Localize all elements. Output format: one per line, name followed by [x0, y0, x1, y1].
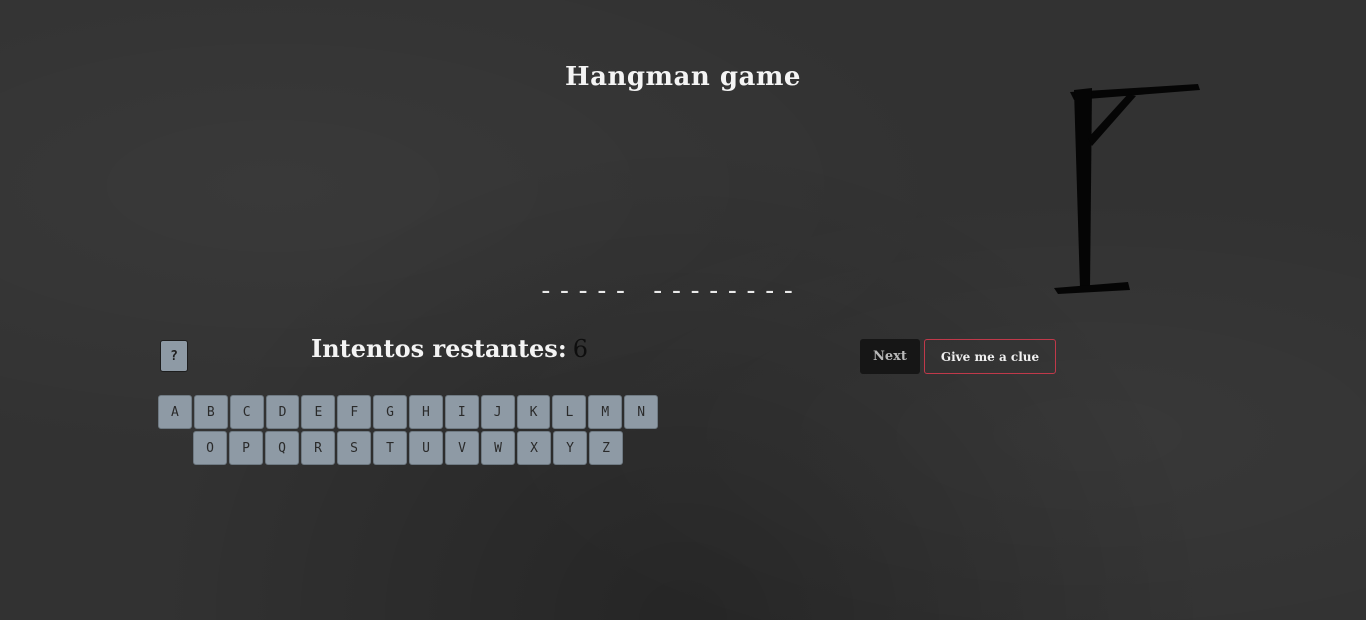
letter-key-b[interactable]: B [193, 395, 228, 429]
keyboard-row-2: OPQRSTUVWXYZ [158, 431, 658, 465]
letter-key-g[interactable]: G [373, 395, 408, 429]
letter-keyboard: ABCDEFGHIJKLMN OPQRSTUVWXYZ [158, 395, 659, 467]
letter-key-s[interactable]: S [337, 431, 371, 465]
letter-key-m[interactable]: M [588, 395, 623, 429]
word-mask: ----- -------- [538, 276, 800, 306]
letter-key-z[interactable]: Z [589, 431, 623, 465]
letter-key-v[interactable]: V [445, 431, 479, 465]
letter-key-x[interactable]: X [517, 431, 551, 465]
attempts-count: 6 [572, 335, 588, 363]
letter-key-q[interactable]: Q [265, 431, 299, 465]
letter-key-j[interactable]: J [480, 395, 515, 429]
clue-button[interactable]: Give me a clue [924, 339, 1056, 374]
letter-key-r[interactable]: R [301, 431, 335, 465]
letter-key-w[interactable]: W [481, 431, 515, 465]
letter-key-e[interactable]: E [301, 395, 336, 429]
keyboard-row-1: ABCDEFGHIJKLMN [158, 395, 659, 429]
letter-key-c[interactable]: C [229, 395, 264, 429]
letter-key-l[interactable]: L [552, 395, 587, 429]
letter-key-i[interactable]: I [444, 395, 479, 429]
letter-key-a[interactable]: A [158, 395, 192, 429]
letter-key-t[interactable]: T [373, 431, 407, 465]
letter-key-n[interactable]: N [624, 395, 659, 429]
gallows-icon [1054, 84, 1200, 294]
letter-key-o[interactable]: O [193, 431, 227, 465]
help-button[interactable]: ? [160, 340, 188, 372]
letter-key-u[interactable]: U [409, 431, 443, 465]
letter-key-h[interactable]: H [409, 395, 443, 429]
letter-key-d[interactable]: D [265, 395, 300, 429]
attempts-remaining: Intentos restantes: 6 [311, 334, 588, 363]
attempts-label: Intentos restantes: [311, 334, 567, 363]
letter-key-y[interactable]: Y [553, 431, 587, 465]
next-button[interactable]: Next [860, 339, 920, 374]
letter-key-k[interactable]: K [516, 395, 551, 429]
letter-key-p[interactable]: P [229, 431, 263, 465]
letter-key-f[interactable]: F [337, 395, 372, 429]
